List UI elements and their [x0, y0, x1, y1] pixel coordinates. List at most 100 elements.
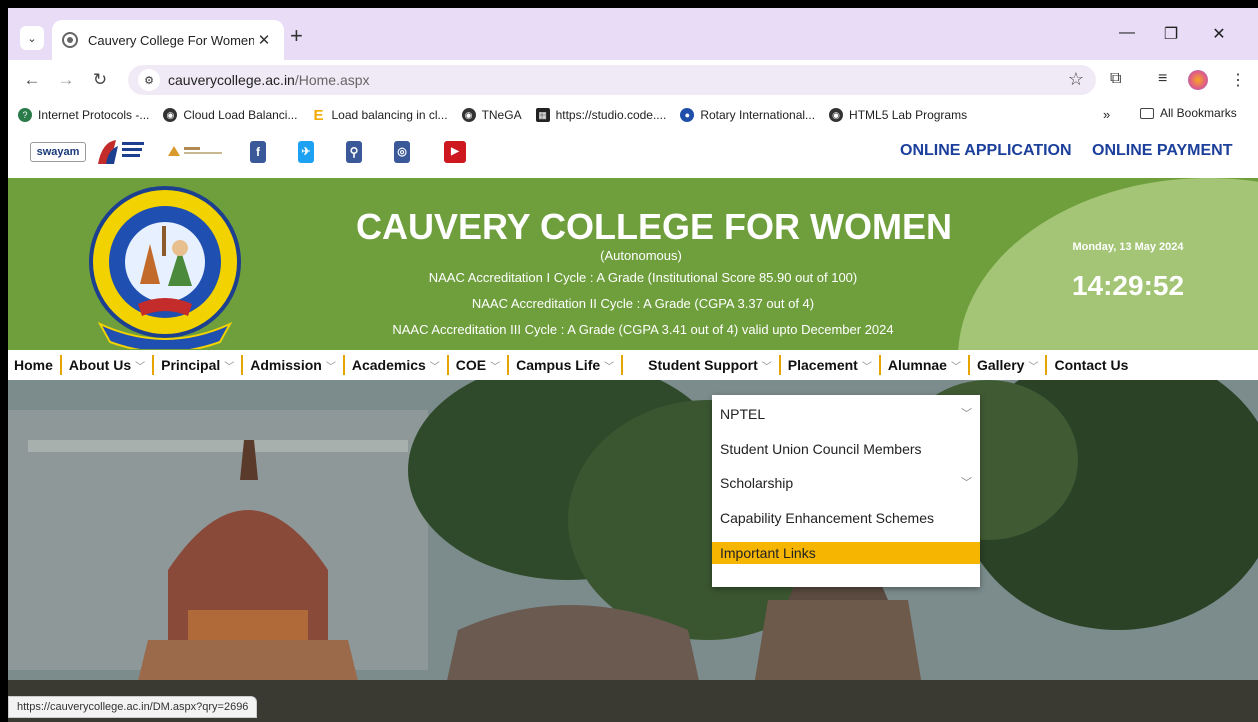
more-menu-icon[interactable]: ⋮ — [1230, 70, 1246, 90]
e-letter-icon: E — [313, 106, 324, 124]
nav-gallery[interactable]: Gallery ﹀ — [977, 350, 1038, 380]
site-settings-icon[interactable]: ⚙ — [138, 69, 160, 91]
nav-separator — [342, 355, 345, 375]
nav-label: Home — [14, 357, 53, 373]
bookmark-item[interactable]: ◉ HTML5 Lab Programs — [829, 108, 967, 122]
globe-icon — [62, 32, 78, 48]
reading-list-icon[interactable]: ≡ — [1158, 70, 1167, 88]
nav-label: Principal — [161, 357, 221, 373]
bookmark-label: Load balancing in cl... — [331, 108, 448, 122]
reload-icon[interactable]: ↻ — [88, 68, 112, 92]
nav-student-support[interactable]: Student Support ﹀ — [648, 350, 772, 380]
facebook-icon[interactable]: f — [250, 141, 266, 163]
nav-separator — [507, 355, 510, 375]
dropdown-item-nptel[interactable]: NPTEL ﹀ — [712, 403, 980, 425]
dropdown-item-student-union[interactable]: Student Union Council Members — [712, 438, 980, 460]
youtube-icon[interactable]: ▶ — [444, 141, 466, 163]
nav-about-us[interactable]: About Us ﹀ — [69, 350, 145, 380]
web-page: swayam f ✈ ⚲ ◎ ▶ ONLINE APPLICATION ONLI… — [8, 130, 1258, 722]
internet-protocols-icon: ? — [18, 108, 32, 122]
nav-separator — [967, 355, 970, 375]
student-support-dropdown: NPTEL ﹀ Student Union Council Members Sc… — [712, 395, 980, 587]
close-window-icon[interactable]: ✕ — [1204, 24, 1234, 44]
dropdown-label: Important Links — [720, 545, 816, 561]
minimize-icon[interactable]: — — [1112, 24, 1142, 42]
chevron-down-icon: ﹀ — [861, 361, 872, 373]
chevron-down-icon: ﹀ — [961, 477, 972, 489]
dropdown-item-important-links[interactable]: Important Links — [712, 542, 980, 564]
bookmark-label: Rotary International... — [700, 108, 816, 122]
nav-home[interactable]: Home — [14, 350, 53, 380]
dropdown-item-scholarship[interactable]: Scholarship ﹀ — [712, 472, 980, 494]
bookmark-label: Internet Protocols -... — [38, 108, 150, 122]
online-application-link[interactable]: ONLINE APPLICATION — [900, 142, 1072, 160]
chevron-down-icon: ﹀ — [950, 361, 961, 373]
close-tab-icon[interactable]: ✕ — [254, 31, 274, 49]
dropdown-label: Student Union Council Members — [720, 441, 922, 457]
tab-strip: ⌄ Cauvery College For Women ✕ + — ❐ ✕ — [8, 8, 1258, 60]
location-pin-icon[interactable]: ⚲ — [346, 141, 362, 163]
folder-icon — [1140, 107, 1154, 119]
globe-icon: ◉ — [163, 108, 178, 122]
chevron-down-icon: ﹀ — [429, 361, 440, 373]
swayam-logo[interactable]: swayam — [30, 142, 86, 162]
nav-label: Admission — [250, 357, 322, 373]
nav-separator — [621, 355, 624, 375]
nav-contact-us[interactable]: Contact Us — [1054, 350, 1128, 380]
globe-icon: ◉ — [829, 108, 844, 122]
bookmark-item[interactable]: ▦ https://studio.code.... — [535, 108, 666, 122]
restore-icon[interactable]: ❐ — [1156, 24, 1186, 44]
bookmark-label: Cloud Load Balanci... — [183, 108, 298, 122]
nav-separator — [778, 355, 781, 375]
dropdown-item-capability[interactable]: Capability Enhancement Schemes — [712, 507, 980, 529]
bookmark-item[interactable]: ◉ TNeGA — [461, 108, 522, 122]
chevron-down-icon: ﹀ — [761, 361, 772, 373]
tab-cauvery-college[interactable]: Cauvery College For Women ✕ — [52, 20, 284, 60]
online-payment-link[interactable]: ONLINE PAYMENT — [1092, 142, 1232, 160]
nav-label: Campus Life — [516, 357, 601, 373]
nav-label: COE — [455, 357, 487, 373]
iic-logo[interactable] — [96, 136, 146, 166]
instagram-icon[interactable]: ◎ — [394, 141, 410, 163]
nav-separator — [878, 355, 881, 375]
nav-separator — [1045, 355, 1048, 375]
bookmarks-bar: ? Internet Protocols -... ◉ Cloud Load B… — [8, 100, 1258, 130]
nav-principal[interactable]: Principal ﹀ — [161, 350, 234, 380]
hero-temple-image — [8, 380, 1258, 722]
nav-label: Alumnae — [887, 357, 947, 373]
grid-icon: ▦ — [535, 108, 550, 122]
extensions-icon[interactable]: ⧉ — [1110, 70, 1121, 88]
nav-admission[interactable]: Admission ﹀ — [250, 350, 336, 380]
nav-label: Gallery — [976, 357, 1025, 373]
forward-arrow-icon[interactable]: → — [54, 68, 78, 92]
globe-icon: ◉ — [461, 108, 476, 122]
bookmark-star-icon[interactable]: ☆ — [1068, 69, 1084, 90]
address-bar[interactable]: ⚙ cauverycollege.ac.in /Home.aspx ☆ — [128, 65, 1096, 95]
all-bookmarks-button[interactable]: All Bookmarks — [1140, 106, 1237, 120]
clock-time: 14:29:52 — [1071, 270, 1185, 301]
twitter-icon[interactable]: ✈ — [298, 141, 314, 163]
nav-academics[interactable]: Academics ﹀ — [352, 350, 440, 380]
bookmark-item[interactable]: ● Rotary International... — [680, 108, 815, 122]
chevron-down-icon: ﹀ — [604, 361, 615, 373]
more-bookmarks-button[interactable]: » — [1103, 107, 1110, 122]
bookmark-item[interactable]: ◉ Cloud Load Balanci... — [163, 108, 297, 122]
back-arrow-icon[interactable]: ← — [20, 68, 44, 92]
nav-separator — [446, 355, 449, 375]
chevron-down-icon: ﹀ — [135, 361, 146, 373]
nav-coe[interactable]: COE ﹀ — [456, 350, 500, 380]
tab-search-button[interactable]: ⌄ — [20, 26, 44, 50]
bookmark-item[interactable]: ? Internet Protocols -... — [18, 108, 149, 122]
bookmark-item[interactable]: E Load balancing in cl... — [311, 106, 448, 124]
rotary-icon: ● — [680, 108, 695, 122]
profile-avatar-icon[interactable] — [1188, 70, 1208, 90]
nav-placement[interactable]: Placement ﹀ — [788, 350, 872, 380]
new-tab-button[interactable]: + — [290, 25, 303, 47]
nav-alumnae[interactable]: Alumnae ﹀ — [888, 350, 961, 380]
banner-decoration — [958, 178, 1258, 350]
ariia-logo[interactable] — [166, 144, 226, 158]
nav-campus-life[interactable]: Campus Life ﹀ — [516, 350, 614, 380]
nav-label: Placement — [787, 357, 858, 373]
college-name: CAUVERY COLLEGE FOR WOMEN — [356, 206, 953, 247]
chevron-down-icon: ﹀ — [325, 361, 336, 373]
